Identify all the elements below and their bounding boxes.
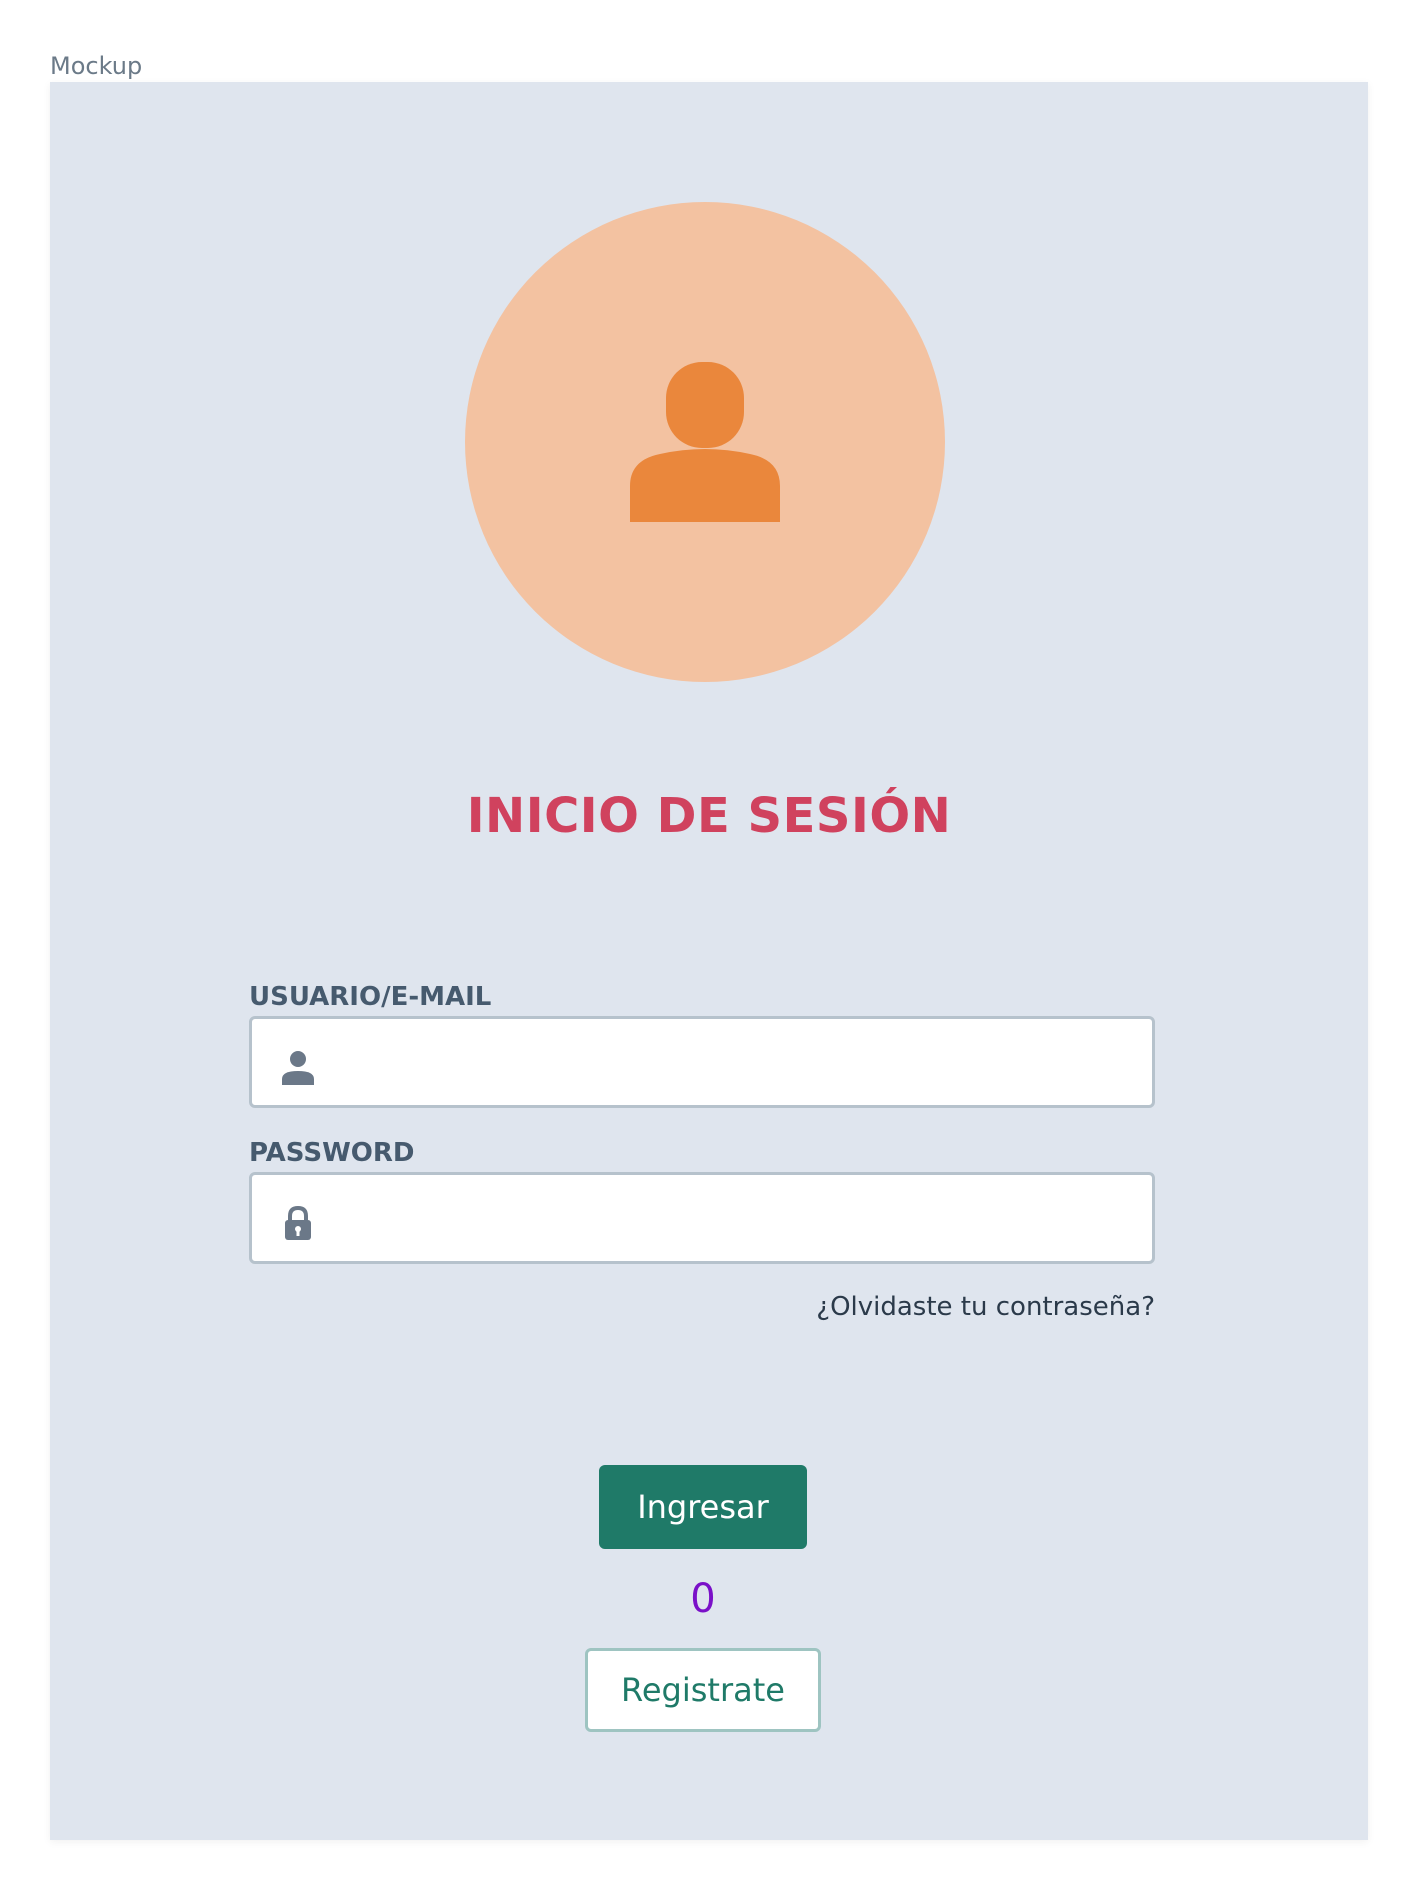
username-label: USUARIO/E-MAIL: [249, 982, 492, 1012]
username-input[interactable]: [342, 1029, 1136, 1097]
login-button[interactable]: Ingresar: [599, 1465, 807, 1549]
page-title: INICIO DE SESIÓN: [466, 788, 952, 844]
login-screen: INICIO DE SESIÓN USUARIO/E-MAIL PASSWORD…: [50, 82, 1368, 1840]
user-icon: [630, 362, 780, 522]
register-button[interactable]: Registrate: [585, 1648, 821, 1732]
avatar: [465, 202, 945, 682]
lock-icon: [285, 1205, 311, 1240]
password-field[interactable]: [249, 1172, 1155, 1264]
counter-value: 0: [690, 1576, 716, 1622]
password-label: PASSWORD: [249, 1138, 415, 1168]
username-field[interactable]: [249, 1016, 1155, 1108]
user-icon: [282, 1051, 314, 1085]
mockup-caption: Mockup: [50, 52, 143, 80]
forgot-password-link[interactable]: ¿Olvidaste tu contraseña?: [816, 1292, 1155, 1322]
password-input[interactable]: [342, 1185, 1136, 1253]
